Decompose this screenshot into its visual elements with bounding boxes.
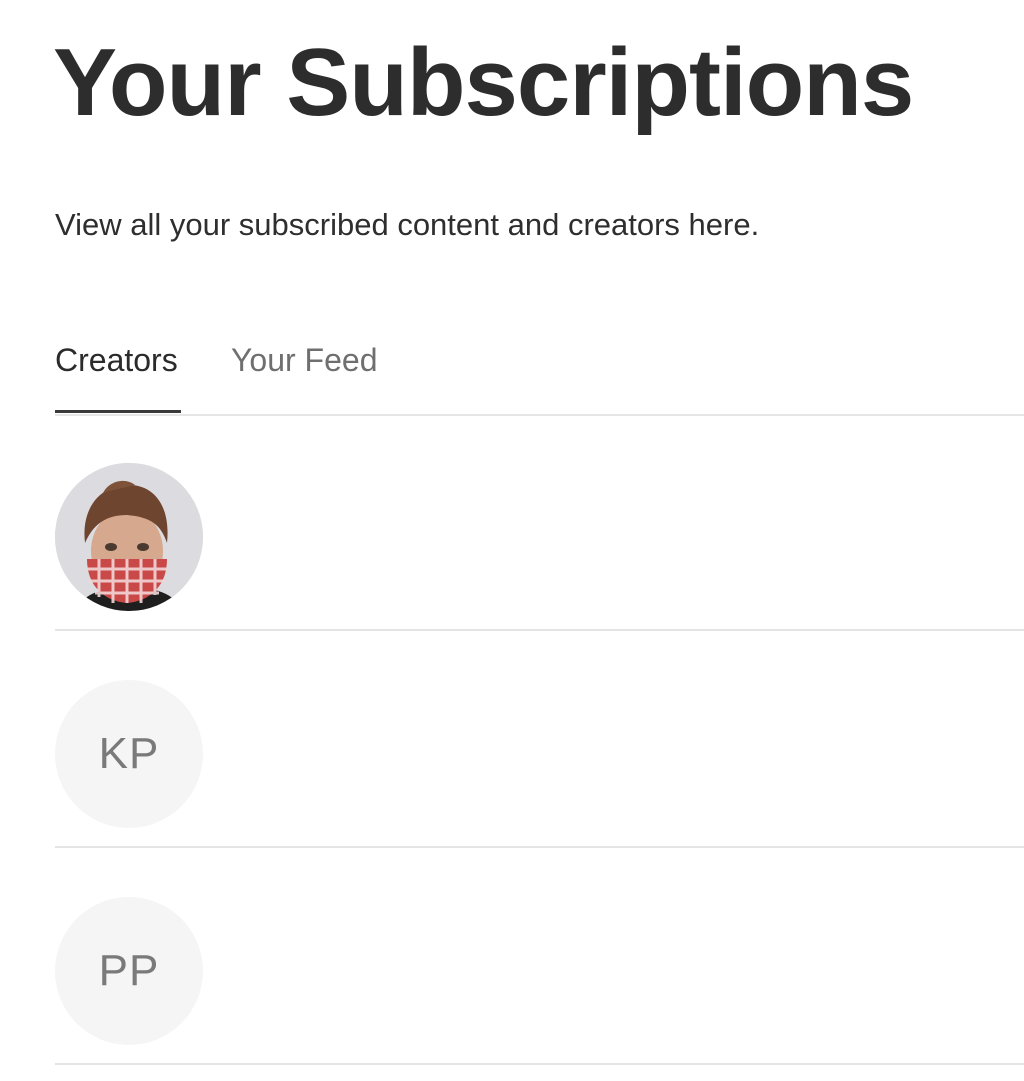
avatar-photo [55,463,203,611]
avatar: KP [55,680,203,828]
creator-row[interactable] [55,414,1024,631]
subscriptions-page: Your Subscriptions View all your subscri… [53,0,1024,1081]
active-tab-indicator [55,410,181,413]
creator-list: KP PP [55,414,1024,1065]
tab-bar: Creators Your Feed [55,336,1024,416]
tab-creators[interactable]: Creators [55,340,178,380]
creator-row[interactable]: PP [55,848,1024,1065]
page-title: Your Subscriptions [53,29,914,136]
tab-your-feed[interactable]: Your Feed [231,340,377,380]
creator-row[interactable]: KP [55,631,1024,848]
page-subtitle: View all your subscribed content and cre… [55,207,760,242]
avatar: PP [55,897,203,1045]
avatar [55,463,203,611]
